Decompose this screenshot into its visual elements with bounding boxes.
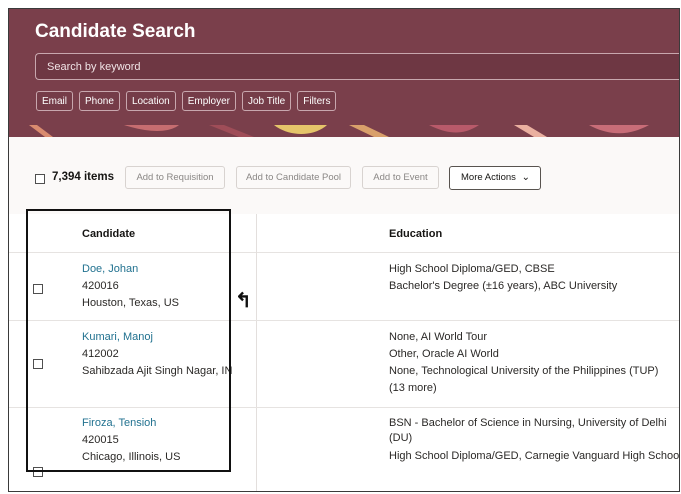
search-input[interactable]: [36, 54, 679, 79]
curved-arrow-icon: ↰: [235, 290, 252, 312]
education-more[interactable]: (13 more): [389, 382, 437, 394]
search-box[interactable]: [35, 53, 679, 80]
add-to-candidate-pool-button[interactable]: Add to Candidate Pool: [236, 166, 351, 189]
filter-location[interactable]: Location: [125, 91, 176, 111]
education-line: High School Diploma/GED, CBSE: [389, 263, 555, 275]
filter-chips: Email Phone Location Employer Job Title …: [36, 91, 337, 111]
filter-job-title[interactable]: Job Title: [242, 91, 292, 111]
education-line: (DU): [389, 432, 413, 444]
filter-employer[interactable]: Employer: [181, 91, 236, 111]
select-all-checkbox[interactable]: [35, 174, 45, 184]
education-line: None, Technological University of the Ph…: [389, 365, 659, 377]
chevron-down-icon: ⌄: [521, 172, 530, 183]
education-line: BSN - Bachelor of Science in Nursing, Un…: [389, 417, 667, 429]
results-count: 7,394 items: [52, 171, 115, 183]
screenshot-frame: Candidate Search Email Phone Location Em…: [8, 8, 680, 492]
filter-more[interactable]: Filters: [297, 91, 337, 111]
filter-phone[interactable]: Phone: [79, 91, 120, 111]
education-line: High School Diploma/GED, Carnegie Vangua…: [389, 450, 680, 462]
decorative-pattern: [9, 125, 679, 137]
results-toolbar: 7,394 items Add to Requisition Add to Ca…: [9, 164, 679, 194]
page-header: Candidate Search Email Phone Location Em…: [9, 9, 679, 135]
more-actions-label: More Actions: [461, 172, 516, 183]
header-education: Education: [389, 228, 443, 240]
filter-email[interactable]: Email: [36, 91, 74, 111]
education-line: Bachelor's Degree (±16 years), ABC Unive…: [389, 280, 618, 292]
add-to-event-button[interactable]: Add to Event: [362, 166, 439, 189]
more-actions-button[interactable]: More Actions ⌄: [449, 166, 541, 190]
page-title: Candidate Search: [35, 21, 196, 42]
candidate-column-highlight: [26, 209, 231, 472]
add-to-requisition-button[interactable]: Add to Requisition: [125, 166, 225, 189]
education-line: Other, Oracle AI World: [389, 348, 499, 360]
education-line: None, AI World Tour: [389, 331, 488, 343]
